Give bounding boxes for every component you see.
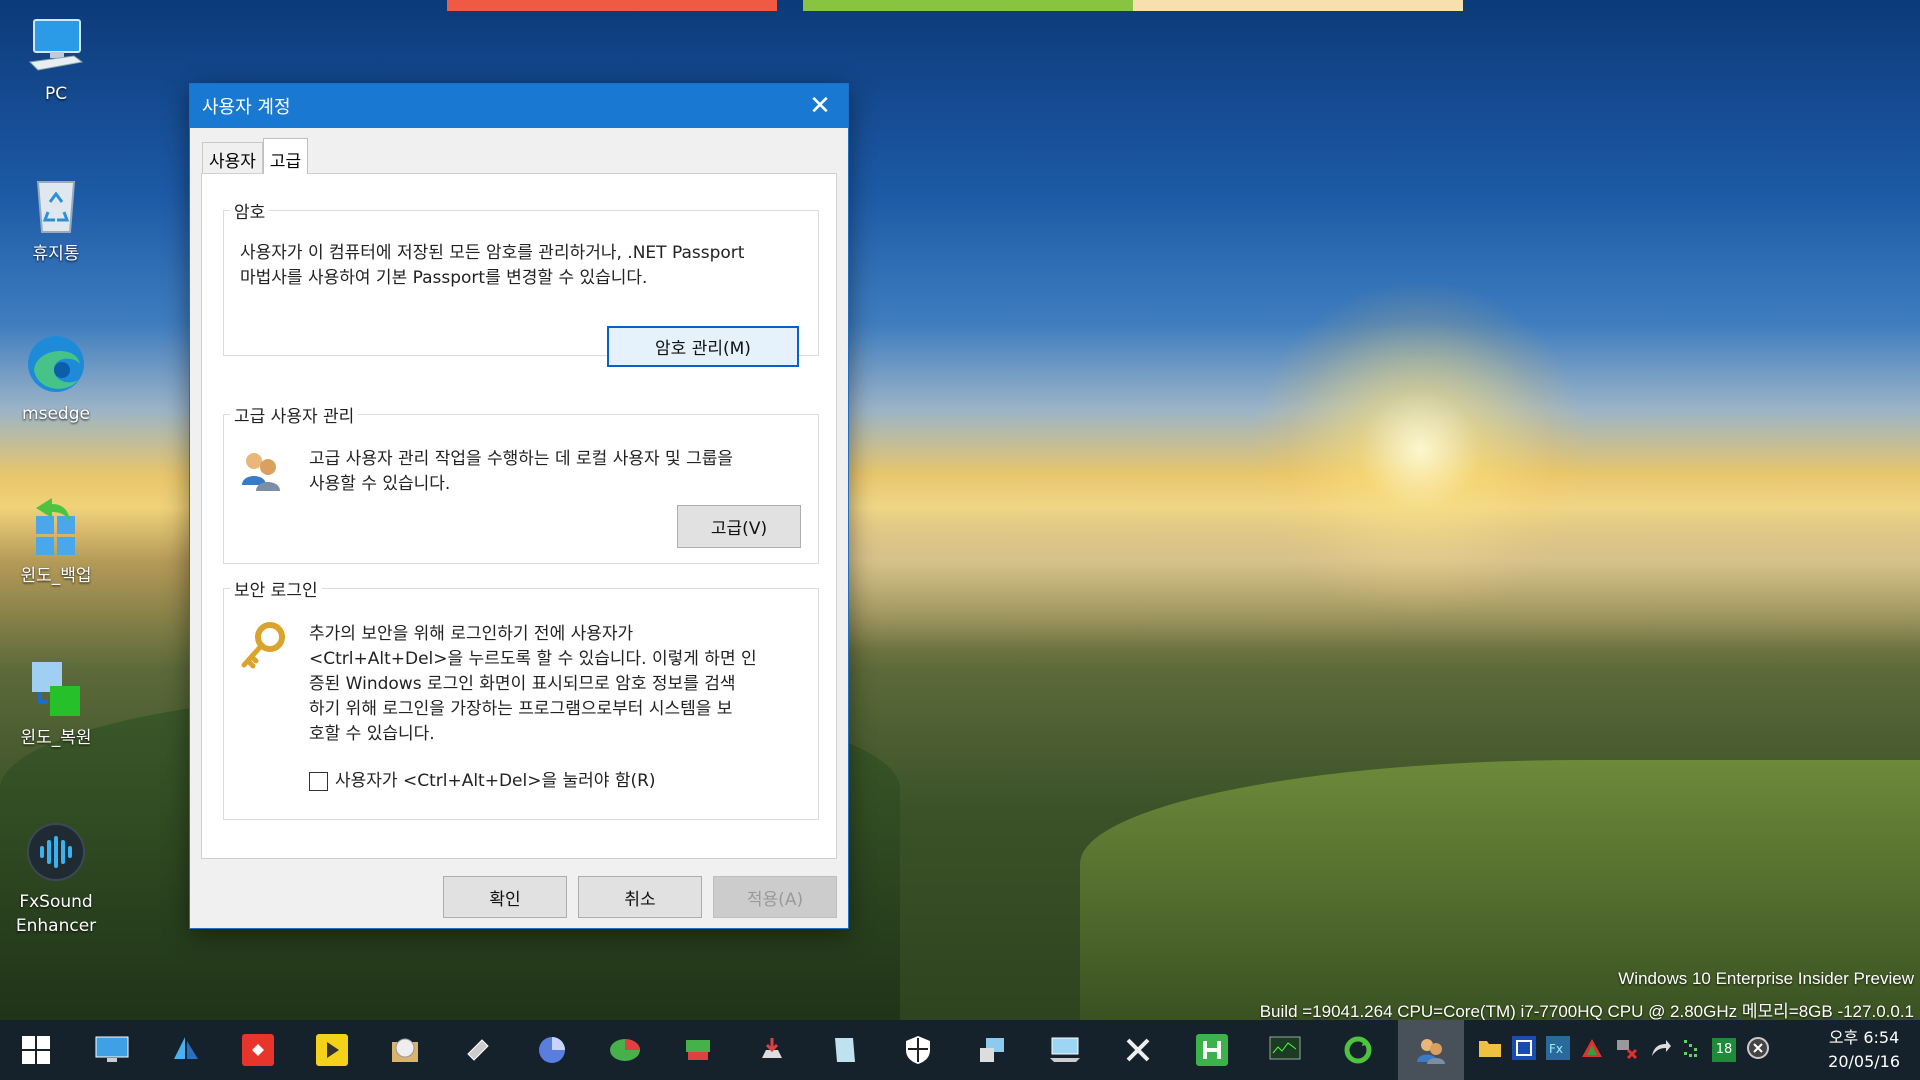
- defender-icon[interactable]: [888, 1020, 948, 1080]
- calendar-tray-icon[interactable]: 18: [1712, 1038, 1736, 1062]
- fx-tray-icon[interactable]: Fx: [1546, 1036, 1570, 1064]
- secure-logon-line3: 증된 Windows 로그인 화면이 표시되므로 암호 정보를 검색: [309, 674, 736, 694]
- desktop-icon-label: FxSound Enhancer: [15, 892, 97, 936]
- anydesk-icon[interactable]: [228, 1020, 288, 1080]
- top-strip-green: [803, 0, 1133, 11]
- tab-advanced[interactable]: 고급: [262, 138, 309, 174]
- advanced-group-legend: 고급 사용자 관리: [230, 402, 359, 427]
- notepad-icon[interactable]: [815, 1020, 875, 1080]
- dialog-titlebar[interactable]: 사용자 계정 ✕: [190, 84, 848, 128]
- app-tray-icon[interactable]: [1512, 1036, 1536, 1064]
- desktop-icon-recycle-bin[interactable]: 휴지통: [8, 172, 104, 266]
- dialog-tabs: 사용자 고급: [202, 138, 309, 174]
- desktop-icon-label: msedge: [22, 404, 90, 424]
- potplayer-icon[interactable]: [302, 1020, 362, 1080]
- taskbar: Fx 18 오후 6:54 20/05/16: [0, 1020, 1920, 1080]
- users-group-icon: [236, 445, 286, 499]
- disk-utility-icon[interactable]: [522, 1020, 582, 1080]
- advanced-button[interactable]: 고급(V): [677, 505, 801, 548]
- tray-triangle-icon[interactable]: [1580, 1036, 1604, 1064]
- clock-time: 오후 6:54: [1828, 1028, 1900, 1047]
- clock-date: 20/05/16: [1828, 1052, 1900, 1071]
- system-tray: Fx 18: [1478, 1020, 1770, 1080]
- apply-button[interactable]: 적용(A): [713, 876, 837, 918]
- fxsound-icon: [24, 820, 88, 884]
- display-settings-icon[interactable]: [82, 1020, 142, 1080]
- build-info-watermark: Build =19041.264 CPU=Core(TM) i7-7700HQ …: [1259, 1002, 1914, 1021]
- password-group: 암호 사용자가 이 컴퓨터에 저장된 모든 암호를 관리하거나, .NET Pa…: [223, 198, 819, 367]
- top-strip-red: [447, 0, 777, 11]
- advanced-user-management-group: 고급 사용자 관리 고급 사용자 관리 작업을 수행하는 데 로컬 사용자 및 …: [223, 402, 819, 564]
- dialog-title: 사용자 계정: [202, 97, 291, 118]
- image-tool-icon[interactable]: [962, 1020, 1022, 1080]
- desktop-icon-backup[interactable]: 윈도_백업: [8, 494, 104, 588]
- start-icon[interactable]: [6, 1020, 66, 1080]
- top-color-strips: [447, 0, 1463, 11]
- desktop-icon-label: 윈도_복원: [20, 728, 92, 748]
- close-circle-tray-icon[interactable]: [1746, 1036, 1770, 1064]
- tab-users[interactable]: 사용자: [202, 142, 263, 174]
- desktop-icon-label: PC: [44, 84, 68, 104]
- taskbar-clock[interactable]: 오후 6:54 20/05/16: [1828, 1026, 1900, 1074]
- key-icon: [236, 621, 288, 677]
- partition-tool-icon[interactable]: [595, 1020, 655, 1080]
- wallpaper-mist: [840, 470, 1920, 650]
- user-accounts-icon[interactable]: [1398, 1020, 1464, 1080]
- backup-icon: [24, 494, 88, 558]
- network-tray-icon[interactable]: [1614, 1036, 1638, 1064]
- desktop-icon-msedge[interactable]: msedge: [8, 332, 104, 426]
- secure-logon-group: 보안 로그인 추가의 보안을 위해 로그인하기 전에 사용자가 <Ctrl+Al…: [223, 576, 819, 820]
- desktop-icon-pc[interactable]: PC: [8, 12, 104, 106]
- password-description-line1: 사용자가 이 컴퓨터에 저장된 모든 암호를 관리하거나, .NET Passp…: [240, 243, 745, 263]
- require-ctrl-alt-del-label[interactable]: 사용자가 <Ctrl+Alt+Del>을 눌러야 함(R): [335, 769, 656, 794]
- network-tool-icon[interactable]: [668, 1020, 728, 1080]
- password-group-legend: 암호: [230, 198, 270, 223]
- svg-text:Fx: Fx: [1549, 1042, 1563, 1056]
- remote-desktop-icon[interactable]: [1035, 1020, 1095, 1080]
- monitor-icon: [24, 12, 88, 76]
- password-description-line2: 마법사를 사용하여 기본 Passport를 변경할 수 있습니다.: [240, 268, 648, 288]
- manage-passwords-button[interactable]: 암호 관리(M): [607, 326, 799, 367]
- recycle-bin-icon: [24, 172, 88, 236]
- sync-icon[interactable]: [1328, 1020, 1388, 1080]
- tools-icon[interactable]: [1108, 1020, 1168, 1080]
- close-icon[interactable]: ✕: [792, 84, 848, 128]
- cancel-button[interactable]: 취소: [578, 876, 702, 918]
- secure-logon-line2: <Ctrl+Alt+Del>을 누르도록 할 수 있습니다. 이렇게 하면 인: [309, 649, 757, 669]
- monitor-tool-icon[interactable]: [1255, 1020, 1315, 1080]
- secure-logon-line4: 하기 위해 로그인을 가장하는 프로그램으로부터 시스템을 보: [309, 699, 733, 719]
- sailboat-icon[interactable]: [155, 1020, 215, 1080]
- meter-tray-icon[interactable]: [1682, 1036, 1702, 1064]
- user-accounts-dialog: 사용자 계정 ✕ 사용자 고급 암호 사용자가 이 컴퓨터에 저장된 모든 암호…: [189, 83, 849, 929]
- desktop-icon-fxsound[interactable]: FxSound Enhancer: [8, 820, 104, 938]
- require-ctrl-alt-del-checkbox[interactable]: [309, 772, 328, 791]
- edge-icon: [24, 332, 88, 396]
- hwp-icon[interactable]: [1182, 1020, 1242, 1080]
- advanced-description-line1: 고급 사용자 관리 작업을 수행하는 데 로컬 사용자 및 그룹을: [309, 449, 733, 469]
- secure-logon-legend: 보안 로그인: [230, 576, 322, 601]
- folder-tray-icon[interactable]: [1478, 1037, 1502, 1063]
- secure-logon-line5: 호할 수 있습니다.: [309, 724, 435, 744]
- desktop-icon-label: 휴지통: [32, 244, 80, 264]
- usb-icon[interactable]: [448, 1020, 508, 1080]
- os-edition-watermark: Windows 10 Enterprise Insider Preview: [1618, 969, 1914, 988]
- disc-burner-icon[interactable]: [375, 1020, 435, 1080]
- installer-icon[interactable]: [742, 1020, 802, 1080]
- ok-button[interactable]: 확인: [443, 876, 567, 918]
- top-strip-cream: [1133, 0, 1463, 11]
- advanced-tab-panel: 암호 사용자가 이 컴퓨터에 저장된 모든 암호를 관리하거나, .NET Pa…: [201, 173, 837, 859]
- share-tray-icon[interactable]: [1648, 1036, 1672, 1064]
- secure-logon-line1: 추가의 보안을 위해 로그인하기 전에 사용자가: [309, 624, 634, 644]
- advanced-description-line2: 사용할 수 있습니다.: [309, 474, 451, 494]
- desktop-icon-restore[interactable]: 윈도_복원: [8, 656, 104, 750]
- restore-icon: [24, 656, 88, 720]
- desktop-icon-label: 윈도_백업: [20, 566, 92, 586]
